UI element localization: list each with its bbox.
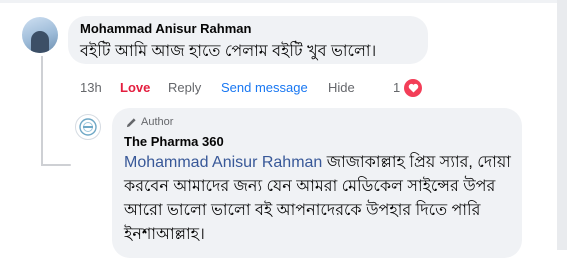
thread-line [41,56,43,166]
author-badge: Author [126,116,173,128]
reply-text: Mohammad Anisur Rahman জাজাকাল্লাহ প্রিয… [124,151,514,247]
reaction-count[interactable]: 1 [393,80,400,95]
scrollbar-track[interactable] [557,0,567,250]
avatar[interactable] [22,17,58,53]
mention-link[interactable]: Mohammad Anisur Rahman [124,154,322,171]
page-avatar[interactable] [75,114,101,140]
heart-icon[interactable] [404,79,422,97]
pharma-logo-icon [79,118,97,136]
love-button[interactable]: Love [120,80,150,95]
comment-timestamp[interactable]: 13h [80,80,102,95]
author-badge-label: Author [141,116,174,128]
comment-text: বইটি আমি আজ হাতে পেলাম বইটি খুব ভালো। [80,43,377,60]
reply-button[interactable]: Reply [168,80,201,95]
reply-author-name[interactable]: The Pharma 360 [124,134,224,149]
hide-button[interactable]: Hide [328,80,355,95]
comment-author-name[interactable]: Mohammad Anisur Rahman [80,21,251,36]
pencil-icon [126,117,136,127]
thread-line-branch [41,164,71,166]
send-message-button[interactable]: Send message [221,80,308,95]
top-edge [0,0,567,3]
